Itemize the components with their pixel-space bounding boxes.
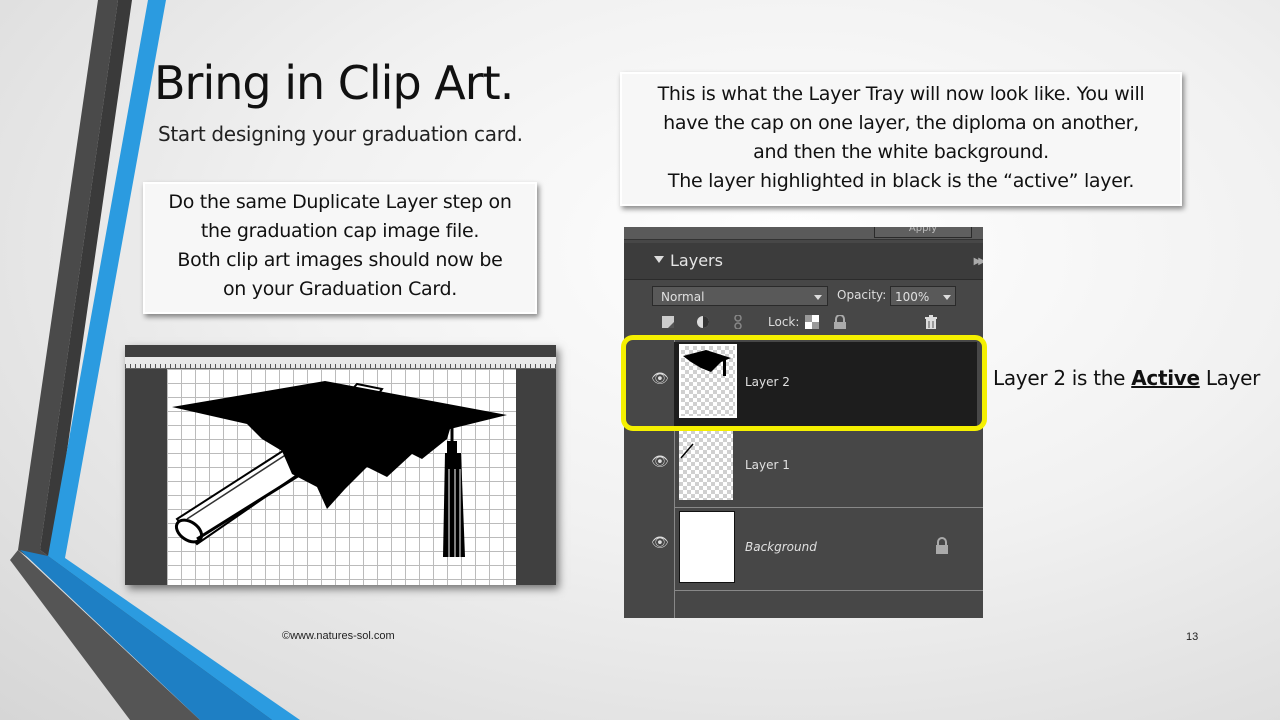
callout-line: Both clip art images should now be [177, 249, 503, 271]
collapse-triangle-icon[interactable] [654, 256, 664, 263]
trash-icon[interactable] [924, 315, 938, 329]
layer-thumbnail-diploma [679, 430, 733, 500]
layers-panel-title: Layers [670, 251, 723, 270]
chevron-down-icon [943, 295, 951, 300]
callout-line: and then the white background. [753, 141, 1049, 163]
layer-tray-callout: This is what the Layer Tray will now loo… [620, 72, 1182, 206]
instruction-callout: Do the same Duplicate Layer step on the … [143, 182, 537, 314]
active-note-prefix: Layer 2 is the [993, 366, 1132, 390]
document-canvas [167, 369, 516, 585]
visibility-eye-icon[interactable]: 👁 [651, 454, 669, 470]
layer-name: Layer 1 [745, 458, 790, 472]
active-note-bold: Active [1131, 366, 1200, 390]
opacity-field[interactable]: 100% [890, 286, 956, 306]
footer-copyright: ©www.natures-sol.com [282, 630, 395, 642]
lock-label: Lock: [768, 315, 800, 329]
panel-menu-icon[interactable]: ▶▶ [974, 256, 983, 267]
page-number: 13 [1186, 631, 1199, 643]
graduation-clipart [172, 381, 507, 557]
chevron-down-icon [814, 295, 822, 300]
lock-transparency-icon[interactable] [805, 315, 819, 329]
blend-mode-select[interactable]: Normal [652, 286, 828, 306]
graduation-cap-icon [172, 381, 507, 557]
diploma-icon [680, 443, 694, 459]
ruler [125, 357, 556, 369]
visibility-eye-icon[interactable]: 👁 [651, 535, 669, 551]
layer-thumbnail-background [679, 511, 735, 583]
opacity-label: Opacity: [837, 288, 887, 302]
slide-title: Bring in Clip Art. [154, 56, 514, 110]
lock-all-icon[interactable] [833, 315, 847, 329]
panel-toolbar-strip: Apply [624, 227, 983, 240]
active-layer-highlight [621, 335, 987, 431]
callout-line: have the cap on one layer, the diploma o… [663, 112, 1139, 134]
active-note-suffix: Layer [1199, 366, 1261, 390]
apply-button[interactable]: Apply [874, 227, 972, 238]
adjustment-icon[interactable] [696, 315, 710, 329]
blend-mode-value: Normal [661, 290, 705, 304]
new-layer-icon[interactable] [661, 315, 675, 329]
callout-line: This is what the Layer Tray will now loo… [657, 83, 1145, 105]
active-layer-note: Layer 2 is the Active Layer [993, 366, 1260, 390]
callout-line: Do the same Duplicate Layer step on [168, 191, 512, 213]
clipart-canvas-screenshot [125, 345, 556, 585]
slide-subtitle: Start designing your graduation card. [158, 122, 523, 146]
layer-name: Background [745, 540, 817, 554]
callout-line: The layer highlighted in black is the “a… [667, 170, 1135, 192]
callout-line: on your Graduation Card. [222, 278, 458, 300]
lock-icon [936, 537, 948, 554]
link-icon[interactable] [731, 315, 745, 329]
callout-line: the graduation cap image file. [200, 220, 480, 242]
opacity-value: 100% [895, 290, 930, 304]
